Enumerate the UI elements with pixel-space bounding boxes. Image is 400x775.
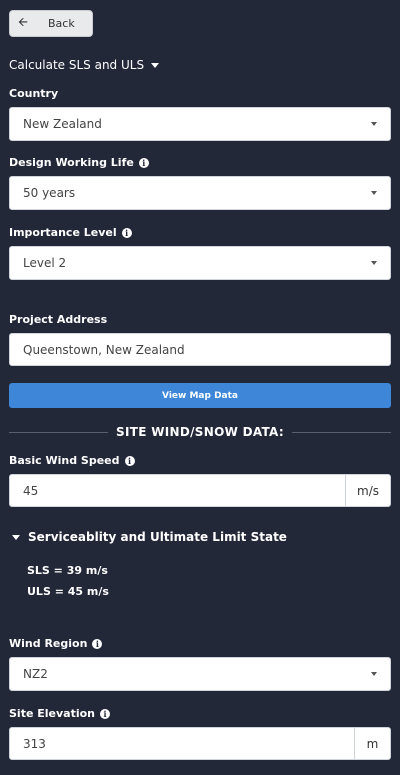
section-divider-left bbox=[9, 432, 108, 433]
info-icon[interactable]: i bbox=[124, 455, 135, 466]
wind-speed-input[interactable]: 45 m/s bbox=[9, 474, 391, 507]
arrow-left-icon: 🡨 bbox=[18, 15, 28, 29]
back-button[interactable]: 🡨 Back bbox=[9, 10, 93, 37]
calculate-dropdown[interactable]: Calculate SLS and ULS bbox=[9, 58, 160, 72]
section-title: SITE WIND/SNOW DATA: bbox=[116, 425, 284, 439]
back-button-label: Back bbox=[48, 17, 75, 30]
info-icon[interactable]: i bbox=[92, 638, 103, 649]
wind-speed-unit: m/s bbox=[345, 475, 390, 506]
country-select[interactable]: New Zealand bbox=[9, 107, 391, 141]
sls-value: SLS = 39 m/s bbox=[27, 564, 108, 577]
wind-region-value: NZ2 bbox=[23, 667, 48, 681]
chevron-down-icon bbox=[371, 261, 377, 265]
project-address-label: Project Address bbox=[9, 313, 108, 326]
info-icon[interactable]: i bbox=[121, 227, 132, 238]
design-life-select[interactable]: 50 years bbox=[9, 176, 391, 210]
section-divider-right bbox=[292, 432, 391, 433]
wind-region-label: Wind Region i bbox=[9, 637, 103, 650]
design-life-label: Design Working Life i bbox=[9, 156, 149, 169]
info-icon[interactable]: i bbox=[138, 157, 149, 168]
caret-down-icon bbox=[151, 62, 160, 68]
project-address-input[interactable]: Queenstown, New Zealand bbox=[9, 333, 391, 366]
chevron-down-icon bbox=[371, 672, 377, 676]
country-label: Country bbox=[9, 87, 59, 100]
importance-select[interactable]: Level 2 bbox=[9, 246, 391, 280]
info-icon[interactable]: i bbox=[100, 708, 110, 719]
chevron-down-icon bbox=[371, 122, 377, 126]
uls-value: ULS = 45 m/s bbox=[27, 585, 109, 598]
importance-value: Level 2 bbox=[23, 256, 67, 270]
limit-state-toggle[interactable]: Serviceablity and Ultimate Limit State bbox=[12, 530, 287, 544]
chevron-down-icon bbox=[371, 191, 377, 195]
design-life-value: 50 years bbox=[23, 186, 76, 200]
site-elevation-value: 313 bbox=[23, 736, 46, 751]
project-address-value: Queenstown, New Zealand bbox=[23, 342, 185, 357]
caret-down-icon bbox=[12, 534, 20, 540]
wind-region-select[interactable]: NZ2 bbox=[9, 657, 391, 691]
wind-speed-value: 45 bbox=[23, 483, 39, 498]
calculate-dropdown-label: Calculate SLS and ULS bbox=[9, 58, 145, 72]
site-elevation-label: Site Elevation i bbox=[9, 707, 110, 720]
site-elevation-input[interactable]: 313 m bbox=[9, 727, 391, 760]
limit-state-title: Serviceablity and Ultimate Limit State bbox=[28, 530, 287, 544]
view-map-data-button[interactable]: View Map Data bbox=[9, 383, 391, 408]
site-elevation-unit: m bbox=[354, 728, 390, 759]
wind-speed-label: Basic Wind Speed i bbox=[9, 454, 135, 467]
importance-label: Importance Level i bbox=[9, 226, 132, 239]
country-value: New Zealand bbox=[23, 117, 102, 131]
